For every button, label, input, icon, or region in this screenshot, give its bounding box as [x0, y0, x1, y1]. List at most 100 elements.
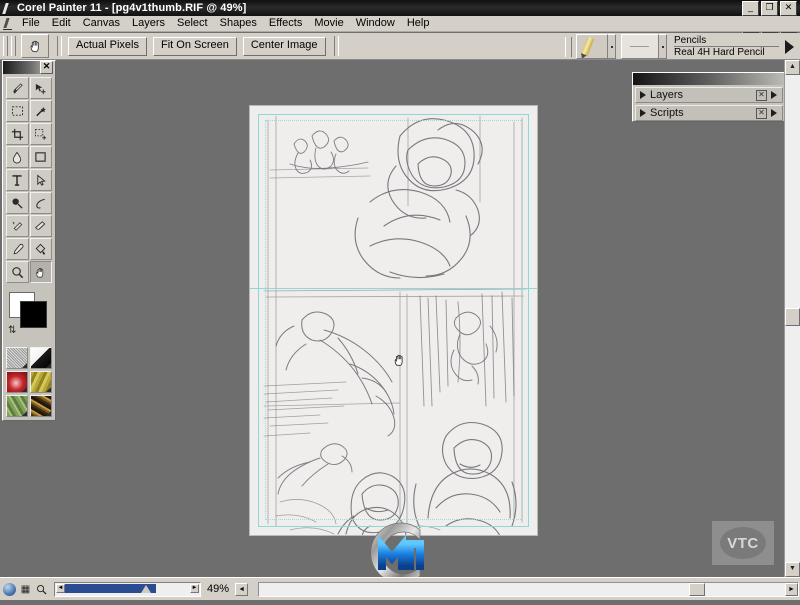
look-selector[interactable]: [30, 395, 52, 417]
palette-row-scripts[interactable]: Scripts ✕: [635, 105, 783, 121]
palette-options-arrow-icon-2[interactable]: [771, 109, 777, 117]
palette-menu-icon-2[interactable]: ✕: [756, 107, 767, 119]
tool-magnifier[interactable]: [6, 261, 29, 283]
chevron-right-icon-2[interactable]: [640, 109, 646, 117]
menu-edit[interactable]: Edit: [46, 16, 77, 31]
menu-shapes[interactable]: Shapes: [214, 16, 263, 31]
zoom-slider-left-arrow[interactable]: ◄: [56, 583, 65, 593]
scroll-up-button[interactable]: ▲: [785, 60, 800, 75]
palette-menu-icon[interactable]: ✕: [756, 89, 767, 101]
brush-variant-label: Real 4H Hard Pencil: [674, 46, 765, 58]
horizontal-scroll-right-button[interactable]: ►: [785, 582, 798, 596]
tool-shape-selection[interactable]: [29, 169, 52, 191]
tool-eyedropper[interactable]: [6, 238, 29, 260]
toolbar-drag-grip-2[interactable]: [11, 36, 16, 56]
canvas-paper[interactable]: [250, 106, 537, 535]
tool-dropper[interactable]: [6, 192, 29, 214]
tool-grabber-hand[interactable]: [29, 261, 52, 283]
menu-help[interactable]: Help: [401, 16, 436, 31]
menu-canvas[interactable]: Canvas: [77, 16, 126, 31]
tool-rectangular-selection[interactable]: [6, 100, 29, 122]
brush-category-dropdown[interactable]: [608, 34, 616, 59]
pencil-icon: [580, 36, 595, 57]
zoom-slider[interactable]: ◄ ►: [54, 581, 201, 597]
zoom-level-label: 49%: [207, 583, 230, 595]
weave-selector[interactable]: [30, 371, 52, 393]
grid-icon[interactable]: ▦: [19, 583, 32, 596]
brush-variant-dropdown[interactable]: [659, 34, 667, 59]
horizontal-scroll-thumb[interactable]: [689, 582, 706, 596]
color-swatches[interactable]: ⇅: [6, 290, 52, 342]
palette-options-arrow-icon[interactable]: [771, 91, 777, 99]
menu-layers[interactable]: Layers: [126, 16, 171, 31]
pen-icon: [36, 198, 46, 209]
hand-tool-button[interactable]: [21, 34, 49, 58]
zoom-step-button[interactable]: ◄: [235, 582, 249, 596]
magnifier-icon[interactable]: [35, 583, 48, 596]
palette-label-scripts: Scripts: [650, 106, 684, 119]
tool-crop[interactable]: [6, 123, 29, 145]
document-canvas-area[interactable]: [0, 60, 785, 577]
tool-layer-adjuster[interactable]: [29, 77, 52, 99]
brush-variant-preview[interactable]: [621, 34, 659, 59]
menu-window[interactable]: Window: [350, 16, 401, 31]
tool-shape-rectangle[interactable]: [29, 146, 52, 168]
grabber-hand-cursor: [392, 352, 407, 368]
tool-brush[interactable]: [6, 77, 29, 99]
grabber-hand-icon: [30, 40, 39, 52]
brush-category-button[interactable]: [576, 34, 608, 59]
zoom-slider-knob[interactable]: [141, 584, 151, 593]
swap-colors-icon[interactable]: ⇅: [8, 326, 16, 336]
toolbar-separator-2: [333, 36, 339, 56]
app-close-button[interactable]: ✕: [780, 1, 797, 16]
document-vertical-scrollbar[interactable]: ▲ ▼: [784, 60, 800, 577]
brush-drag-grip[interactable]: [565, 36, 572, 57]
scroll-down-button[interactable]: ▼: [785, 562, 800, 577]
menu-movie[interactable]: Movie: [308, 16, 349, 31]
menu-effects[interactable]: Effects: [263, 16, 308, 31]
vtc-watermark-text: VTC: [727, 534, 759, 552]
zoom-slider-right-arrow[interactable]: ►: [190, 583, 199, 593]
pattern-selector[interactable]: [6, 371, 28, 393]
actual-pixels-button[interactable]: Actual Pixels: [68, 36, 147, 56]
app-restore-button[interactable]: ❐: [761, 1, 778, 16]
nozzle-selector[interactable]: [6, 395, 28, 417]
palette-row-layers[interactable]: Layers ✕: [635, 87, 783, 103]
menu-select[interactable]: Select: [171, 16, 214, 31]
window-title: Corel Painter 11 - [pg4v1thumb.RIF @ 49%…: [17, 2, 247, 14]
center-image-button[interactable]: Center Image: [242, 36, 326, 56]
eyedropper-icon: [13, 243, 24, 254]
paper-selector[interactable]: [6, 347, 28, 369]
color-globe-icon[interactable]: [3, 582, 16, 596]
arrow-pointer-icon: [37, 173, 46, 186]
tool-text[interactable]: [6, 169, 29, 191]
tool-paint-bucket[interactable]: [6, 146, 29, 168]
tool-pen[interactable]: [29, 192, 52, 214]
dropper-circle-icon: [12, 197, 23, 209]
toolbox-grid: [3, 74, 55, 286]
document-horizontal-scrollbar[interactable]: ►: [258, 581, 799, 597]
toolbox-title-bar[interactable]: ✕: [3, 61, 55, 74]
menu-file[interactable]: File: [16, 16, 46, 31]
tool-selection-adjuster[interactable]: [29, 123, 52, 145]
app-minimize-button[interactable]: _: [742, 1, 759, 16]
toolbar-drag-grip[interactable]: [3, 36, 8, 56]
tool-eraser[interactable]: [29, 215, 52, 237]
app-window-controls[interactable]: _ ❐ ✕: [742, 1, 797, 16]
app-logo-icon: [0, 0, 16, 16]
tool-cloner[interactable]: [6, 215, 29, 237]
vertical-scroll-thumb[interactable]: [785, 308, 800, 326]
brush-icon: [12, 82, 23, 94]
chevron-right-icon[interactable]: [640, 91, 646, 99]
gradient-selector[interactable]: [30, 347, 52, 369]
application-window: Corel Painter 11 - [pg4v1thumb.RIF @ 49%…: [0, 0, 800, 600]
fit-on-screen-button[interactable]: Fit On Screen: [152, 36, 237, 56]
tool-magic-wand[interactable]: [29, 100, 52, 122]
right-dock-title-bar[interactable]: ✕: [633, 72, 799, 86]
tool-paint-can[interactable]: [29, 238, 52, 260]
palette-label-layers: Layers: [650, 88, 684, 101]
brush-expand-arrow-icon[interactable]: [785, 39, 794, 54]
magic-wand-icon: [36, 106, 47, 116]
foreground-color-swatch[interactable]: [20, 301, 47, 328]
toolbox-close-button[interactable]: ✕: [40, 61, 53, 74]
